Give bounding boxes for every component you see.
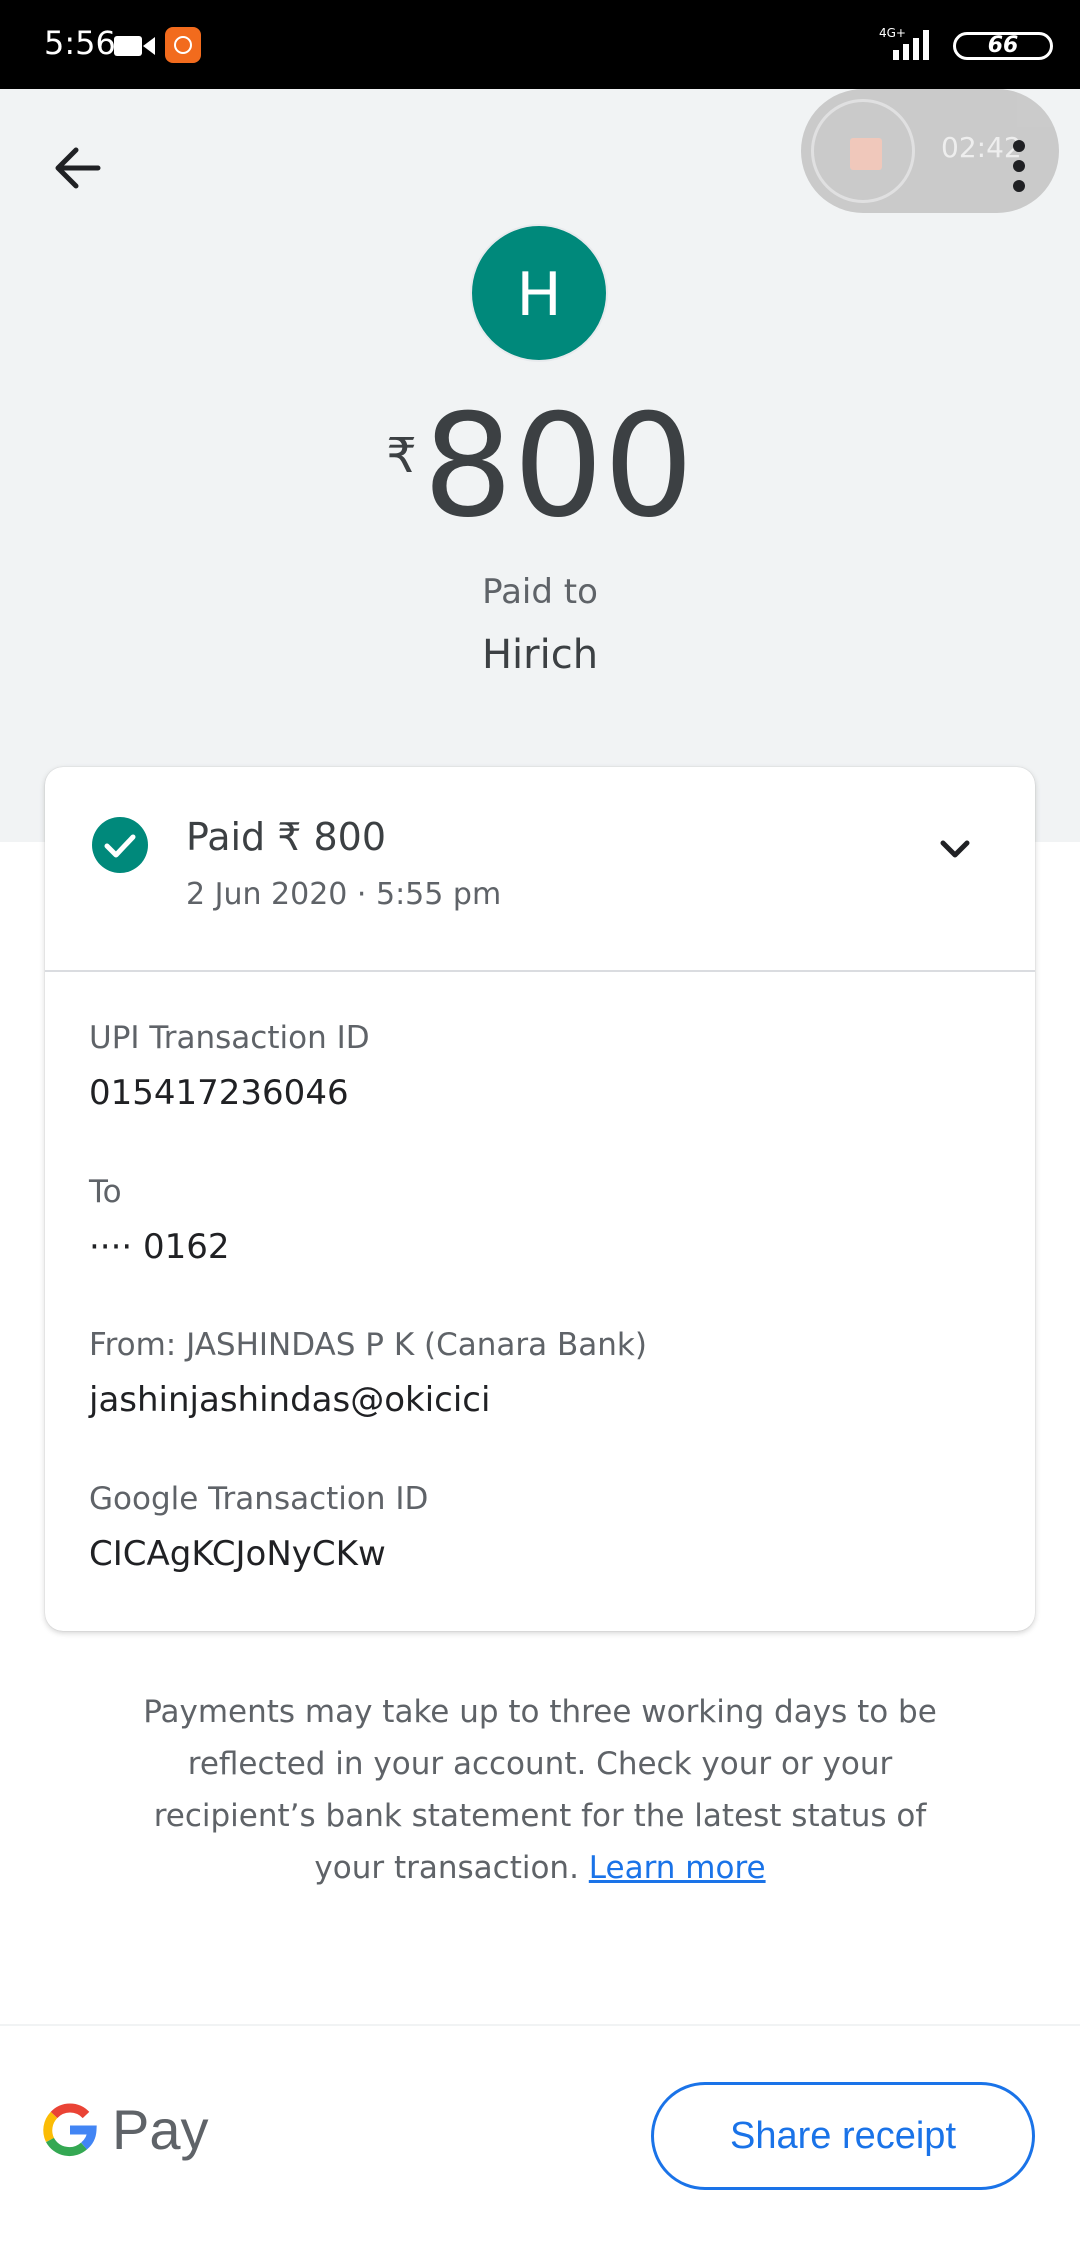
currency-symbol: ₹ xyxy=(386,428,417,484)
from-upi-value: jashinjashindas@okicici xyxy=(89,1380,491,1420)
share-receipt-button[interactable]: Share receipt xyxy=(651,2082,1035,2190)
transaction-details-card: Paid ₹ 800 2 Jun 2020 · 5:55 pm UPI Tran… xyxy=(45,767,1035,1631)
payee-avatar: H xyxy=(470,224,608,362)
status-bar: 5:56 4G+ 66 xyxy=(0,0,1080,89)
from-label: From: JASHINDAS P K (Canara Bank) xyxy=(89,1327,647,1363)
upi-transaction-id-label: UPI Transaction ID xyxy=(89,1020,370,1056)
payee-name: Hirich xyxy=(481,632,599,678)
processing-info-text: Payments may take up to three working da… xyxy=(140,1686,940,1894)
back-arrow-icon[interactable] xyxy=(48,138,108,202)
to-label: To xyxy=(89,1174,122,1210)
google-transaction-id-label: Google Transaction ID xyxy=(89,1481,429,1517)
signal-icon xyxy=(893,30,937,64)
pay-wordmark: Pay xyxy=(112,2098,209,2161)
card-divider xyxy=(45,970,1035,972)
amount-value: 800 xyxy=(422,384,694,549)
info-body: Payments may take up to three working da… xyxy=(143,1694,937,1886)
paid-to-label: Paid to xyxy=(482,572,598,612)
mi-app-icon xyxy=(165,27,201,63)
google-g-icon xyxy=(42,2102,98,2162)
record-stop-button[interactable] xyxy=(811,99,915,203)
more-options-icon[interactable] xyxy=(1008,140,1030,196)
learn-more-link[interactable]: Learn more xyxy=(589,1850,766,1886)
to-account-value: ···· 0162 xyxy=(89,1227,230,1267)
video-camera-icon xyxy=(114,34,156,62)
footer-divider xyxy=(0,2024,1080,2026)
status-time: 5:56 xyxy=(44,24,116,62)
payment-status-title: Paid ₹ 800 xyxy=(186,815,387,859)
payment-status-row[interactable]: Paid ₹ 800 2 Jun 2020 · 5:55 pm xyxy=(45,767,1035,971)
check-circle-icon xyxy=(92,817,148,877)
google-transaction-id-value: CICAgKCJoNyCKw xyxy=(89,1534,386,1574)
chevron-down-icon[interactable] xyxy=(935,829,975,873)
upi-transaction-id-value: 015417236046 xyxy=(89,1073,349,1113)
amount-display: ₹800 xyxy=(0,392,1080,542)
payment-date: 2 Jun 2020 · 5:55 pm xyxy=(186,877,502,912)
battery-indicator: 66 xyxy=(953,32,1053,60)
stop-icon xyxy=(850,138,882,170)
